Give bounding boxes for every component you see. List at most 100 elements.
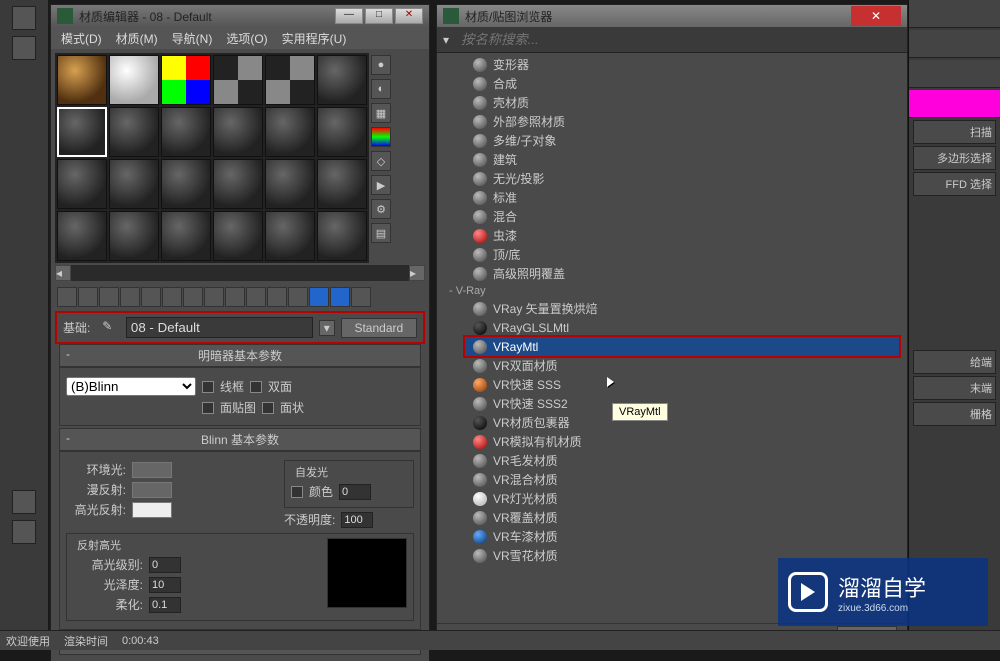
tree-item[interactable]: VRay 矢量置换烘焙 bbox=[465, 299, 899, 318]
tool-icon[interactable] bbox=[12, 490, 36, 514]
goto-sibling-icon[interactable] bbox=[288, 287, 308, 307]
diffuse-swatch[interactable] bbox=[132, 482, 172, 498]
tree-item[interactable]: 多维/子对象 bbox=[465, 131, 899, 150]
material-slot[interactable] bbox=[109, 211, 159, 261]
nav-forward-icon[interactable] bbox=[309, 287, 329, 307]
material-slot[interactable] bbox=[161, 55, 211, 105]
ambient-swatch[interactable] bbox=[132, 462, 172, 478]
wire-checkbox[interactable] bbox=[202, 381, 214, 393]
dropdown-icon[interactable]: ▾ bbox=[319, 320, 335, 336]
material-slot[interactable] bbox=[161, 107, 211, 157]
options-icon[interactable]: ⚙ bbox=[371, 199, 391, 219]
titlebar[interactable]: 材质编辑器 - 08 - Default — □ ✕ bbox=[51, 5, 429, 27]
material-slot[interactable] bbox=[109, 107, 159, 157]
checker-icon[interactable]: ▦ bbox=[371, 103, 391, 123]
tree-item[interactable]: VR双面材质 bbox=[465, 356, 899, 375]
facemap-checkbox[interactable] bbox=[202, 402, 214, 414]
tree-item-selected[interactable]: VRayMtl bbox=[465, 337, 899, 356]
tree-item[interactable]: 合成 bbox=[465, 74, 899, 93]
show-result-icon[interactable] bbox=[246, 287, 266, 307]
close-button[interactable]: ✕ bbox=[395, 8, 423, 24]
tree-item[interactable]: 建筑 bbox=[465, 150, 899, 169]
uv-icon[interactable]: ◇ bbox=[371, 151, 391, 171]
soften-spinner[interactable] bbox=[149, 597, 181, 613]
selfillum-spinner[interactable] bbox=[339, 484, 371, 500]
goto-parent-icon[interactable] bbox=[267, 287, 287, 307]
nav-back-icon[interactable] bbox=[330, 287, 350, 307]
menu-options[interactable]: 选项(O) bbox=[226, 30, 267, 47]
material-slot[interactable] bbox=[317, 107, 367, 157]
material-slot[interactable] bbox=[109, 55, 159, 105]
tree-item[interactable]: VR车漆材质 bbox=[465, 527, 899, 546]
tree-item[interactable]: 壳材质 bbox=[465, 93, 899, 112]
poly-select-button[interactable]: 多边形选择 bbox=[913, 146, 996, 170]
show-map-icon[interactable] bbox=[225, 287, 245, 307]
vray-group-header[interactable]: - V-Ray bbox=[445, 283, 899, 299]
close-button[interactable]: ✕ bbox=[851, 6, 901, 26]
material-slot[interactable] bbox=[109, 159, 159, 209]
tree-item[interactable]: 变形器 bbox=[465, 55, 899, 74]
eyedropper-icon[interactable]: ✎ bbox=[102, 319, 120, 337]
twosided-checkbox[interactable] bbox=[250, 381, 262, 393]
material-slot-selected[interactable] bbox=[57, 107, 107, 157]
scan-button[interactable]: 扫描 bbox=[913, 120, 996, 144]
material-type-button[interactable]: Standard bbox=[341, 318, 417, 338]
specular-swatch[interactable] bbox=[132, 502, 172, 518]
menu-util[interactable]: 实用程序(U) bbox=[282, 30, 347, 47]
filter-dropdown-icon[interactable]: ▾ bbox=[443, 33, 457, 47]
material-slot[interactable] bbox=[161, 211, 211, 261]
tree-item[interactable]: VR模拟有机材质 bbox=[465, 432, 899, 451]
tree-item[interactable]: VR快速 SSS2 bbox=[465, 394, 899, 413]
material-slot[interactable] bbox=[317, 55, 367, 105]
search-input[interactable] bbox=[457, 30, 901, 49]
tool-icon[interactable] bbox=[12, 520, 36, 544]
shader-select[interactable]: (B)Blinn bbox=[66, 377, 196, 396]
tree-item[interactable]: 无光/投影 bbox=[465, 169, 899, 188]
faceted-checkbox[interactable] bbox=[262, 402, 274, 414]
tree-item[interactable]: VR覆盖材质 bbox=[465, 508, 899, 527]
material-slot[interactable] bbox=[213, 159, 263, 209]
selfillum-checkbox[interactable] bbox=[291, 486, 303, 498]
tree-item[interactable]: VR灯光材质 bbox=[465, 489, 899, 508]
tree-item[interactable]: 虫漆 bbox=[465, 226, 899, 245]
put-library-icon[interactable] bbox=[183, 287, 203, 307]
pick-icon[interactable] bbox=[351, 287, 371, 307]
reset-icon[interactable] bbox=[120, 287, 140, 307]
ffd-select-button[interactable]: FFD 选择 bbox=[913, 172, 996, 196]
material-slot[interactable] bbox=[317, 211, 367, 261]
material-slot[interactable] bbox=[265, 55, 315, 105]
sample-type-icon[interactable]: ● bbox=[371, 55, 391, 75]
speclevel-spinner[interactable] bbox=[149, 557, 181, 573]
tree-item[interactable]: 外部参照材质 bbox=[465, 112, 899, 131]
menu-nav[interactable]: 导航(N) bbox=[172, 30, 213, 47]
tree-item[interactable]: 标准 bbox=[465, 188, 899, 207]
link-icon[interactable] bbox=[12, 36, 36, 60]
backlight-icon[interactable]: ◐ bbox=[371, 79, 391, 99]
material-slot[interactable] bbox=[317, 159, 367, 209]
rollout-header[interactable]: -Blinn 基本参数 bbox=[59, 428, 421, 451]
tree-item[interactable]: 顶/底 bbox=[465, 245, 899, 264]
material-slot[interactable] bbox=[213, 55, 263, 105]
rollout-header[interactable]: -明暗器基本参数 bbox=[59, 344, 421, 367]
make-unique-icon[interactable] bbox=[162, 287, 182, 307]
titlebar[interactable]: 材质/贴图浏览器 ✕ bbox=[437, 5, 907, 27]
tree-item[interactable]: VR混合材质 bbox=[465, 470, 899, 489]
tree-item[interactable]: 混合 bbox=[465, 207, 899, 226]
opacity-spinner[interactable] bbox=[341, 512, 373, 528]
gloss-spinner[interactable] bbox=[149, 577, 181, 593]
material-slot[interactable] bbox=[265, 211, 315, 261]
material-slot[interactable] bbox=[161, 159, 211, 209]
color-icon[interactable] bbox=[371, 127, 391, 147]
material-slot[interactable] bbox=[265, 159, 315, 209]
tree-item[interactable]: VRayGLSLMtl bbox=[465, 318, 899, 337]
material-slot[interactable] bbox=[57, 159, 107, 209]
material-slot[interactable] bbox=[213, 107, 263, 157]
assign-icon[interactable] bbox=[99, 287, 119, 307]
minimize-button[interactable]: — bbox=[335, 8, 363, 24]
material-slot[interactable] bbox=[57, 55, 107, 105]
material-slot[interactable] bbox=[265, 107, 315, 157]
material-slot[interactable] bbox=[213, 211, 263, 261]
get-material-icon[interactable] bbox=[57, 287, 77, 307]
copy-icon[interactable] bbox=[141, 287, 161, 307]
tree-item[interactable]: 高级照明覆盖 bbox=[465, 264, 899, 283]
